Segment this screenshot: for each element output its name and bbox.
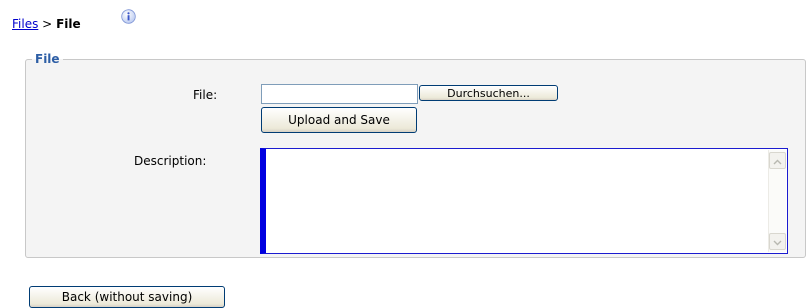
chevron-up-icon [773,154,782,168]
description-label: Description: [134,154,207,168]
chevron-down-icon [773,235,782,249]
upload-and-save-button[interactable]: Upload and Save [261,107,417,133]
breadcrumb: Files > File [12,17,81,31]
info-icon[interactable] [121,9,136,24]
description-scrollbar[interactable] [768,150,786,252]
fieldset-legend: File [35,52,60,66]
description-textarea[interactable] [260,148,788,254]
back-without-saving-button[interactable]: Back (without saving) [29,286,225,308]
scroll-up-button[interactable] [769,152,786,169]
file-path-input[interactable] [261,84,418,104]
browse-button[interactable]: Durchsuchen... [419,85,558,101]
breadcrumb-separator: > [42,17,53,31]
page-title: File [56,17,81,31]
file-label: File: [193,88,218,102]
scroll-down-button[interactable] [769,233,786,250]
breadcrumb-files-link[interactable]: Files [12,17,38,31]
